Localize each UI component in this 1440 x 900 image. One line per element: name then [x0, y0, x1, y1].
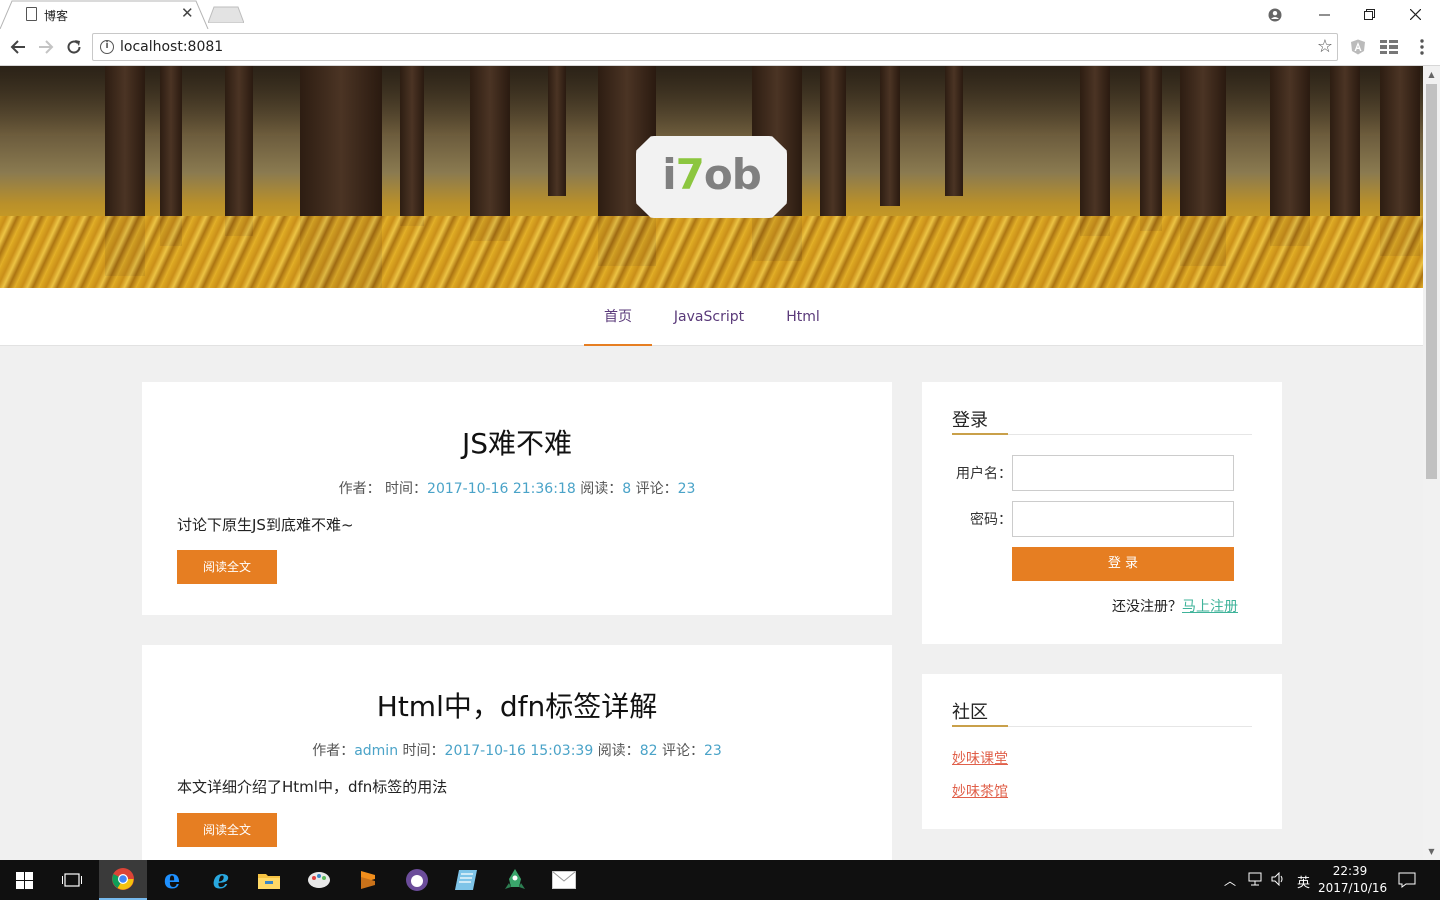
username-label: 用户名： — [956, 466, 1012, 482]
back-icon[interactable] — [7, 36, 29, 58]
sublime-text-icon[interactable] — [344, 860, 392, 900]
task-view-icon[interactable] — [48, 860, 96, 900]
username-input[interactable] — [1012, 455, 1234, 491]
post-author[interactable]: admin — [354, 743, 398, 759]
app-cat-icon[interactable] — [393, 860, 441, 900]
page-scrollbar[interactable]: ▲ ▼ — [1423, 66, 1440, 860]
page-icon — [26, 7, 37, 21]
scroll-down-arrow-icon[interactable]: ▼ — [1423, 843, 1440, 860]
minimize-icon[interactable] — [1301, 0, 1347, 29]
scroll-thumb[interactable] — [1426, 84, 1437, 479]
register-prompt: 还没注册？马上注册 — [1112, 599, 1238, 615]
network-icon[interactable] — [1248, 872, 1264, 890]
browser-toolbar: i localhost:8081 ☆ — [0, 29, 1440, 66]
file-explorer-icon[interactable] — [245, 860, 293, 900]
post-time: 2017-10-16 15:03:39 — [444, 743, 594, 759]
browser-tab-bar: 博客 ✕ — [0, 0, 1440, 29]
angular-extension-icon[interactable] — [1349, 38, 1367, 56]
post-reads: 8 — [622, 481, 632, 497]
mail-icon[interactable] — [540, 860, 588, 900]
post-meta: 作者： 时间：2017-10-16 21:36:18 阅读：8 评论：23 — [338, 481, 696, 497]
post-card: JS难不难 作者： 时间：2017-10-16 21:36:18 阅读：8 评论… — [142, 382, 892, 615]
paint-icon[interactable] — [295, 860, 343, 900]
site-logo[interactable]: i7ob — [636, 136, 787, 218]
login-button[interactable]: 登 录 — [1012, 547, 1234, 581]
nav-home[interactable]: 首页 — [584, 288, 652, 346]
divider-accent — [952, 725, 1008, 727]
community-link-ketang[interactable]: 妙味课堂 — [952, 748, 1008, 768]
windows-start-icon[interactable] — [0, 860, 48, 900]
system-clock[interactable]: 22:39 2017/10/16 — [1318, 863, 1388, 897]
post-title[interactable]: Html中，dfn标签详解 — [142, 685, 892, 725]
post-summary: 讨论下原生JS到底难不难~ — [177, 516, 354, 534]
post-card: Html中，dfn标签详解 作者：admin 时间：2017-10-16 15:… — [142, 645, 892, 860]
divider-accent — [952, 433, 1008, 435]
post-comments: 23 — [677, 481, 696, 497]
page-viewport: i7ob 首页 JavaScript Html JS难不难 作者： 时间：201… — [0, 66, 1423, 860]
read-more-button[interactable]: 阅读全文 — [177, 813, 277, 847]
nav-html[interactable]: Html — [776, 288, 830, 346]
edge-icon[interactable]: e — [148, 860, 196, 900]
community-panel: 社区 妙味课堂 妙味茶馆 — [922, 674, 1282, 829]
tab-close-icon[interactable]: ✕ — [181, 4, 194, 22]
post-time: 2017-10-16 21:36:18 — [427, 481, 576, 497]
clock-date: 2017/10/16 — [1318, 881, 1388, 895]
post-title[interactable]: JS难不难 — [142, 422, 892, 462]
notepad-icon[interactable] — [442, 860, 490, 900]
restore-icon[interactable] — [1346, 0, 1392, 29]
scroll-up-arrow-icon[interactable]: ▲ — [1423, 66, 1440, 83]
header-banner-image: i7ob — [0, 66, 1423, 288]
nav-javascript[interactable]: JavaScript — [668, 288, 750, 346]
internet-explorer-icon[interactable]: e — [197, 860, 245, 900]
community-link-chaguan[interactable]: 妙味茶馆 — [952, 781, 1008, 801]
login-panel: 登录 用户名： 密码： 登 录 还没注册？马上注册 — [922, 382, 1282, 644]
forward-icon[interactable] — [35, 36, 57, 58]
bookmark-star-icon[interactable]: ☆ — [1317, 36, 1333, 57]
post-comments: 23 — [703, 743, 722, 759]
windows-taskbar: e e ︿ 英 22:39 2017/10/16 — [0, 860, 1440, 900]
account-icon[interactable] — [1252, 0, 1298, 29]
password-label: 密码： — [970, 512, 1012, 528]
menu-dots-icon[interactable] — [1413, 38, 1431, 56]
post-summary: 本文详细介绍了Html中，dfn标签的用法 — [177, 778, 448, 796]
info-icon[interactable]: i — [100, 40, 114, 54]
notification-center-icon[interactable] — [1398, 872, 1416, 892]
post-meta: 作者：admin 时间：2017-10-16 15:03:39 阅读：82 评论… — [312, 743, 722, 759]
main-nav: 首页 JavaScript Html — [0, 288, 1423, 346]
read-more-button[interactable]: 阅读全文 — [177, 550, 277, 584]
tab-title: 博客 — [44, 9, 69, 23]
window-close-icon[interactable] — [1392, 0, 1438, 29]
address-bar[interactable]: i localhost:8081 ☆ — [92, 33, 1338, 61]
extension-grid-icon[interactable] — [1380, 38, 1398, 56]
input-method-indicator[interactable]: 英 — [1297, 872, 1310, 891]
register-link[interactable]: 马上注册 — [1182, 599, 1238, 615]
clock-time: 22:39 — [1332, 864, 1368, 878]
password-input[interactable] — [1012, 501, 1234, 537]
volume-icon[interactable] — [1271, 871, 1287, 890]
reload-icon[interactable] — [63, 36, 85, 58]
app-rocket-icon[interactable] — [491, 860, 539, 900]
community-title: 社区 — [952, 702, 988, 723]
post-reads: 82 — [639, 743, 658, 759]
new-tab-button[interactable] — [208, 6, 244, 23]
tray-chevron-icon[interactable]: ︿ — [1224, 872, 1236, 889]
chrome-icon[interactable] — [99, 860, 147, 900]
login-title: 登录 — [952, 410, 988, 431]
url-text[interactable]: localhost:8081 — [120, 39, 223, 55]
